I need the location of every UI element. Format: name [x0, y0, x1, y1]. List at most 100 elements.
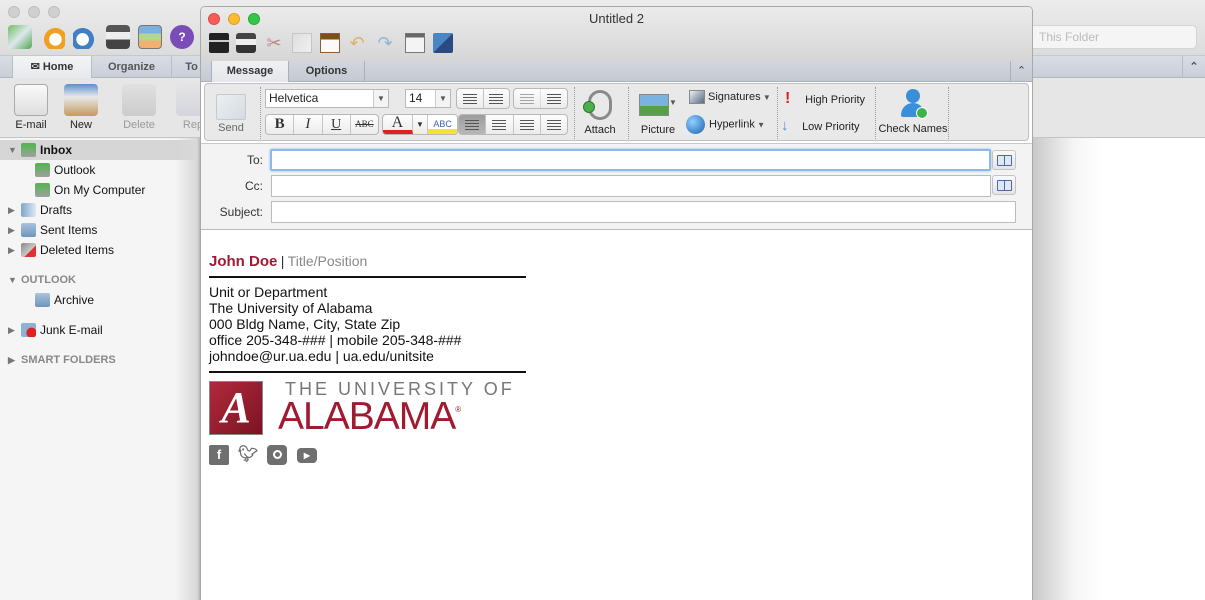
- section-smart-folders[interactable]: ▶ SMART FOLDERS: [0, 350, 200, 370]
- expand-triangle-icon[interactable]: ▶: [8, 240, 15, 260]
- font-name-select[interactable]: Helvetica ▼: [265, 89, 389, 108]
- twitter-icon[interactable]: 🐦︎: [238, 445, 258, 465]
- to-address-book-button[interactable]: [992, 150, 1016, 170]
- underline-button[interactable]: U: [323, 115, 351, 134]
- new-email-label: E-mail: [15, 119, 47, 131]
- high-priority-button[interactable]: ! High Priority: [785, 90, 865, 108]
- cc-address-book-button[interactable]: [992, 175, 1016, 195]
- folder-archive[interactable]: Archive: [0, 290, 200, 310]
- undo-icon[interactable]: [41, 25, 65, 49]
- media-browser-icon[interactable]: [433, 33, 453, 53]
- send-label: Send: [218, 122, 244, 134]
- main-minimize-button[interactable]: [28, 6, 40, 18]
- signature-divider: [209, 371, 526, 373]
- tab-options[interactable]: Options: [289, 61, 365, 82]
- send-button[interactable]: Send: [209, 90, 253, 134]
- main-close-button[interactable]: [8, 6, 20, 18]
- tab-organize[interactable]: Organize: [92, 56, 172, 78]
- delete-button[interactable]: Delete: [114, 82, 164, 131]
- expand-triangle-icon[interactable]: ▶: [8, 220, 15, 240]
- delete-trash-icon: [122, 84, 156, 116]
- folder-sent-items[interactable]: ▶ Sent Items: [0, 220, 200, 240]
- save-icon[interactable]: [209, 33, 229, 53]
- check-names-button[interactable]: Check Names: [878, 86, 948, 135]
- collapse-ribbon-button[interactable]: ⌃: [1010, 61, 1032, 82]
- deleted-items-icon: [21, 243, 36, 257]
- picture-button[interactable]: Picture: [635, 90, 681, 136]
- tab-home[interactable]: ✉ Home: [12, 56, 92, 78]
- search-input[interactable]: This Folder: [1020, 25, 1197, 49]
- main-collapse-ribbon-button[interactable]: ⌃: [1182, 56, 1205, 78]
- list-group: [456, 88, 510, 109]
- main-zoom-button[interactable]: [48, 6, 60, 18]
- strikethrough-button[interactable]: ABC: [351, 115, 378, 134]
- expand-triangle-icon[interactable]: ▶: [8, 200, 15, 220]
- decrease-indent-button[interactable]: [514, 89, 541, 108]
- section-outlook[interactable]: ▼ OUTLOOK: [0, 270, 200, 290]
- send-receive-icon[interactable]: [8, 25, 32, 49]
- font-color-button[interactable]: A: [383, 115, 413, 134]
- numbering-button[interactable]: [484, 89, 510, 108]
- new-item-icon: [64, 84, 98, 116]
- bold-button[interactable]: B: [266, 115, 295, 134]
- print-icon[interactable]: [106, 25, 130, 49]
- folder-deleted-items[interactable]: ▶ Deleted Items: [0, 240, 200, 260]
- copy-icon[interactable]: [292, 33, 312, 53]
- align-center-button[interactable]: [486, 115, 514, 134]
- folder-drafts[interactable]: ▶ Drafts: [0, 200, 200, 220]
- align-right-icon: [519, 120, 534, 130]
- print-icon[interactable]: [236, 33, 256, 53]
- align-right-button[interactable]: [514, 115, 541, 134]
- new-item-button[interactable]: New: [56, 82, 106, 131]
- picture-dropdown-icon[interactable]: ▼: [669, 98, 677, 107]
- signatures-button[interactable]: Signatures ▼: [689, 90, 771, 104]
- subject-field[interactable]: [271, 201, 1016, 223]
- to-field[interactable]: [270, 149, 991, 171]
- low-priority-button[interactable]: ↓ Low Priority: [781, 117, 860, 134]
- chevron-down-icon: ▼: [435, 90, 450, 107]
- increase-indent-button[interactable]: [541, 89, 567, 108]
- instagram-icon[interactable]: [267, 445, 287, 465]
- redo-icon[interactable]: [73, 25, 97, 49]
- attach-label: Attach: [584, 124, 616, 136]
- hyperlink-button[interactable]: Hyperlink ▼: [686, 115, 765, 134]
- new-email-button[interactable]: E-mail: [6, 82, 56, 131]
- folder-junk-email[interactable]: ▶ Junk E-mail: [0, 320, 200, 340]
- help-icon[interactable]: ?: [170, 25, 194, 49]
- font-color-dropdown[interactable]: ▼: [413, 115, 429, 134]
- expand-triangle-icon[interactable]: ▶: [8, 320, 15, 340]
- align-left-button[interactable]: [459, 115, 487, 134]
- expand-triangle-icon[interactable]: ▼: [8, 270, 17, 290]
- expand-triangle-icon[interactable]: ▼: [8, 140, 17, 160]
- bullets-button[interactable]: [457, 89, 484, 108]
- ribbon-separator: [260, 87, 261, 139]
- send-icon: [216, 94, 246, 120]
- folder-inbox-on-my-computer[interactable]: On My Computer: [0, 180, 200, 200]
- highlight-button[interactable]: ABC: [428, 115, 457, 134]
- window-title: Untitled 2: [589, 11, 644, 26]
- templates-icon[interactable]: [405, 33, 425, 53]
- signature-line: office 205-348-### | mobile 205-348-###: [209, 332, 462, 348]
- redo-icon[interactable]: ↷: [375, 33, 395, 53]
- youtube-icon[interactable]: ▶: [297, 448, 317, 463]
- to-label: To:: [246, 153, 263, 167]
- attach-button[interactable]: Attach: [579, 88, 621, 136]
- inbox-icon: [35, 163, 50, 177]
- expand-triangle-icon[interactable]: ▶: [8, 350, 15, 370]
- tab-message[interactable]: Message: [211, 61, 289, 82]
- cut-icon[interactable]: ✂: [264, 33, 284, 53]
- folder-inbox[interactable]: ▼ Inbox: [0, 140, 200, 160]
- paste-icon[interactable]: [320, 33, 340, 53]
- cc-field[interactable]: [271, 175, 991, 197]
- facebook-icon[interactable]: f: [209, 445, 229, 465]
- drafts-icon: [21, 203, 36, 217]
- justify-button[interactable]: [541, 115, 567, 134]
- undo-icon[interactable]: ↶: [347, 33, 367, 53]
- folder-icon: [35, 293, 50, 307]
- view-icon[interactable]: [138, 25, 162, 49]
- folder-inbox-outlook[interactable]: Outlook: [0, 160, 200, 180]
- italic-button[interactable]: I: [294, 115, 323, 134]
- justify-icon: [546, 120, 561, 130]
- message-ribbon: Send Helvetica ▼ 14 ▼ B I U ABC A ▼ ABC: [204, 83, 1029, 141]
- font-size-select[interactable]: 14 ▼: [405, 89, 451, 108]
